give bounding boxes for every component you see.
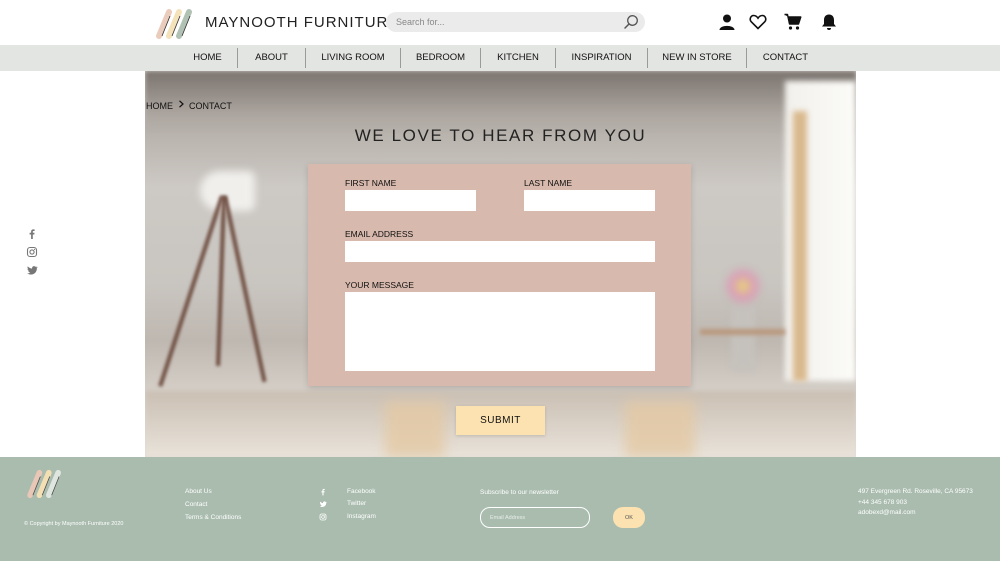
nav-item-living-room[interactable]: LIVING ROOM	[306, 45, 400, 71]
facebook-icon[interactable]	[319, 488, 327, 496]
newsletter-ok-button[interactable]: OK	[613, 507, 645, 528]
message-field[interactable]	[345, 292, 655, 371]
nav-item-contact[interactable]: CONTACT	[747, 45, 824, 71]
heart-icon[interactable]	[749, 13, 767, 31]
hero-lamp-leg	[223, 195, 267, 383]
nav-item-inspiration[interactable]: INSPIRATION	[556, 45, 647, 71]
cart-icon[interactable]	[784, 13, 802, 31]
hero-floor-sunlight	[385, 401, 445, 457]
twitter-icon[interactable]	[319, 500, 327, 508]
instagram-icon[interactable]	[319, 513, 327, 521]
email-label: EMAIL ADDRESS	[345, 229, 414, 239]
brand-name[interactable]: MAYNOOTH FURNITURE	[205, 14, 399, 31]
submit-button[interactable]: SUBMIT	[456, 406, 545, 435]
main-nav: HOME ABOUT LIVING ROOM BEDROOM KITCHEN I…	[0, 45, 1000, 71]
search-icon[interactable]	[623, 14, 639, 30]
footer-link-terms[interactable]: Terms & Conditions	[185, 514, 241, 521]
newsletter-label: Subscribe to our newsletter	[480, 489, 559, 496]
footer-address: 497 Evergreen Rd. Roseville, CA 95673	[858, 488, 973, 495]
breadcrumb-home[interactable]: HOME	[146, 101, 173, 111]
site-header: MAYNOOTH FURNITURE	[0, 0, 1000, 45]
hero-vase	[731, 301, 755, 371]
nav-item-bedroom[interactable]: BEDROOM	[401, 45, 480, 71]
twitter-icon[interactable]	[26, 264, 38, 276]
hero-lamp-leg	[216, 195, 226, 366]
first-name-field[interactable]	[345, 190, 476, 211]
instagram-icon[interactable]	[26, 246, 38, 258]
email-field[interactable]	[345, 241, 655, 262]
nav-item-new-in-store[interactable]: NEW IN STORE	[648, 45, 746, 71]
breadcrumb-current: CONTACT	[189, 100, 232, 111]
copyright-text: © Copyright by Maynooth Furniture 2020	[24, 521, 124, 527]
newsletter-email-input[interactable]	[480, 507, 590, 528]
footer-link-contact[interactable]: Contact	[185, 501, 207, 508]
footer-link-facebook[interactable]: Facebook	[347, 488, 376, 495]
hero-ceiling	[145, 71, 856, 131]
message-label: YOUR MESSAGE	[345, 280, 414, 290]
hero-flowers	[723, 266, 763, 306]
page-title: WE LOVE TO HEAR FROM YOU	[354, 126, 647, 145]
contact-form: FIRST NAME LAST NAME EMAIL ADDRESS YOUR …	[308, 164, 691, 386]
nav-item-about[interactable]: ABOUT	[238, 45, 305, 71]
footer-email[interactable]: adobexd@mail.com	[858, 509, 916, 516]
hero-floor-sunlight	[625, 401, 695, 457]
footer-link-instagram[interactable]: Instagram	[347, 513, 376, 520]
site-footer: © Copyright by Maynooth Furniture 2020 A…	[0, 457, 1000, 561]
footer-link-about-us[interactable]: About Us	[185, 488, 212, 495]
user-icon[interactable]	[718, 13, 736, 31]
bell-icon[interactable]	[820, 13, 838, 31]
brand-logo-icon[interactable]	[155, 8, 197, 40]
search-input[interactable]	[396, 15, 616, 29]
footer-link-twitter[interactable]: Twitter	[347, 500, 366, 507]
footer-logo-icon[interactable]	[25, 469, 67, 499]
last-name-label: LAST NAME	[524, 178, 573, 188]
breadcrumb: HOME CONTACT	[146, 100, 232, 111]
hero-window-frame	[793, 111, 807, 381]
hero-side-table	[700, 329, 785, 335]
last-name-field[interactable]	[524, 190, 655, 211]
facebook-icon[interactable]	[26, 228, 38, 240]
search-bar	[386, 12, 645, 32]
first-name-label: FIRST NAME	[345, 178, 397, 188]
chevron-right-icon	[178, 100, 184, 108]
footer-phone: +44 345 678 903	[858, 499, 907, 506]
hero-lamp-leg	[158, 195, 224, 387]
nav-item-kitchen[interactable]: KITCHEN	[481, 45, 555, 71]
nav-item-home[interactable]: HOME	[178, 45, 237, 71]
